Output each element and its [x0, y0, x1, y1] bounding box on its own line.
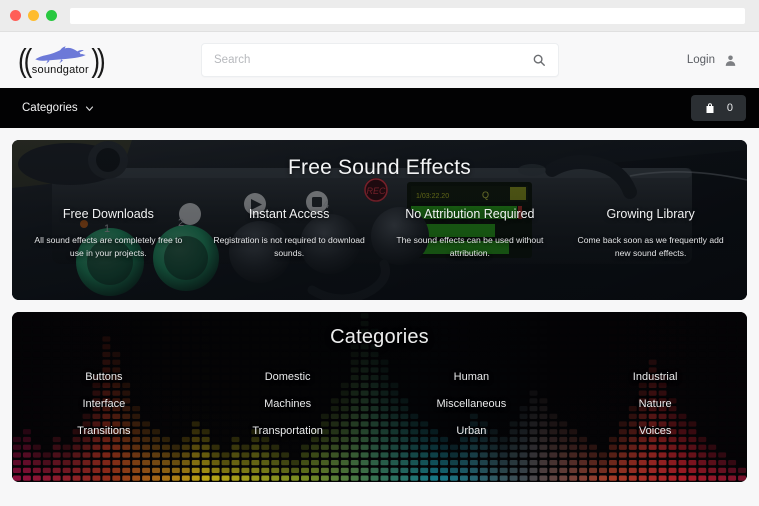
- hero-banner: REC 1/03:22.20 Q 1 2 3 4: [12, 140, 747, 300]
- address-bar[interactable]: [70, 7, 745, 24]
- alligator-logo-icon: [35, 45, 87, 64]
- nav-categories-dropdown[interactable]: Categories: [12, 102, 94, 114]
- category-link-domestic[interactable]: Domestic: [196, 371, 380, 383]
- category-link-nature[interactable]: Nature: [563, 398, 747, 410]
- login-button[interactable]: Login: [687, 54, 737, 67]
- hero-feature-desc: The sound effects can be used without at…: [396, 235, 544, 258]
- category-link-miscellaneous[interactable]: Miscellaneous: [380, 398, 564, 410]
- category-link-transitions[interactable]: Transitions: [12, 425, 196, 437]
- login-label: Login: [686, 54, 715, 66]
- site-header: (( soundgator )) Search Login: [0, 32, 759, 88]
- hero-feature: Growing Library Come back soon as we fre…: [560, 207, 741, 260]
- category-link-human[interactable]: Human: [380, 371, 564, 383]
- categories-grid: Buttons Domestic Human Industrial Interf…: [12, 371, 747, 437]
- cart-button[interactable]: 0: [690, 95, 746, 121]
- search-box[interactable]: [201, 43, 559, 77]
- category-link-transportation[interactable]: Transportation: [196, 425, 380, 437]
- hero-feature-title: No Attribution Required: [405, 207, 535, 221]
- category-link-industrial[interactable]: Industrial: [563, 371, 747, 383]
- user-icon[interactable]: [724, 54, 737, 67]
- category-link-urban[interactable]: Urban: [380, 425, 564, 437]
- search-icon[interactable]: [532, 53, 546, 67]
- categories-content: Categories Buttons Domestic Human Indust…: [12, 312, 747, 437]
- categories-title: Categories: [330, 326, 429, 348]
- browser-chrome: [0, 0, 759, 32]
- logo-brand-text: soundgator: [31, 63, 89, 76]
- hero-feature: Instant Access Registration is not requi…: [199, 207, 380, 260]
- hero-feature: No Attribution Required The sound effect…: [380, 207, 561, 260]
- category-link-voices[interactable]: Voices: [563, 425, 747, 437]
- maximize-window-button[interactable]: [46, 10, 57, 21]
- hero-feature-title: Instant Access: [248, 207, 330, 221]
- minimize-window-button[interactable]: [28, 10, 39, 21]
- category-link-machines[interactable]: Machines: [196, 398, 380, 410]
- hero-feature: Free Downloads All sound effects are com…: [18, 207, 199, 260]
- hero-feature-desc: All sound effects are completely free to…: [34, 235, 183, 258]
- cart-count: 0: [726, 102, 733, 114]
- search-input[interactable]: [214, 54, 532, 66]
- page-root: (( soundgator )) Search Login Categories…: [0, 32, 759, 506]
- window-controls: [10, 10, 57, 21]
- close-window-button[interactable]: [10, 10, 21, 21]
- search-container: [201, 43, 559, 77]
- hero-content: Free Sound Effects Free Downloads All so…: [12, 140, 747, 300]
- hero-title: Free Sound Effects: [288, 156, 471, 179]
- site-logo[interactable]: (( soundgator )): [14, 41, 189, 79]
- shopping-bag-icon[interactable]: [704, 102, 716, 114]
- category-link-buttons[interactable]: Buttons: [12, 371, 196, 383]
- hero-feature-desc: Come back soon as we frequently add new …: [577, 235, 724, 258]
- category-link-interface[interactable]: Interface: [12, 398, 196, 410]
- hero-feature-title: Free Downloads: [62, 207, 154, 221]
- logo-left-wave-icon: ((: [18, 41, 32, 79]
- hero-feature-list: Free Downloads All sound effects are com…: [12, 207, 747, 260]
- primary-nav: Categories 0: [0, 88, 759, 128]
- categories-section: Categories Buttons Domestic Human Indust…: [12, 312, 747, 482]
- chevron-down-icon[interactable]: [85, 104, 94, 113]
- logo-right-wave-icon: )): [91, 41, 105, 79]
- hero-feature-title: Growing Library: [606, 207, 695, 221]
- nav-categories-label: Categories: [22, 102, 78, 114]
- hero-feature-desc: Registration is not required to download…: [213, 235, 365, 258]
